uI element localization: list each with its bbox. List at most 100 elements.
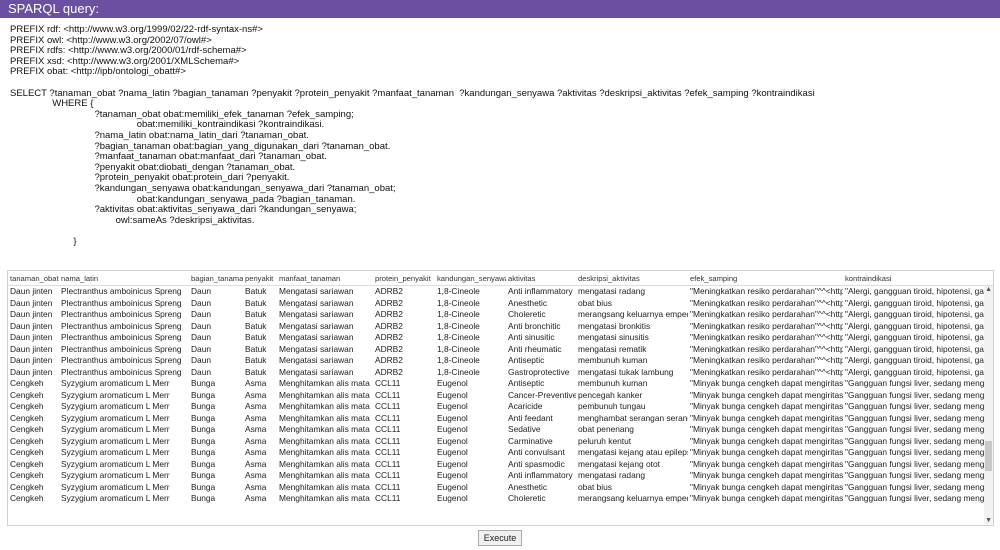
table-cell: Mengatasi sariawan — [279, 355, 354, 365]
table-row: Cengkeh Syzygium aromaticum L Merr Bunga As… — [8, 447, 993, 459]
table-cell: Asma — [245, 412, 267, 423]
header-bar: SPARQL query: — [0, 0, 1000, 18]
table-row: Daun jinten Plectranthus amboinicus Spren… — [8, 355, 993, 367]
table-cell: Batuk — [245, 343, 267, 354]
table-cell: Mengatasi sariawan — [279, 320, 354, 331]
table-cell: Daun jinten — [10, 297, 53, 308]
table-cell: Mengatasi sariawan — [279, 309, 354, 319]
table-cell: CCL11 — [375, 424, 401, 434]
table-cell: Syzygium aromaticum L Merr — [61, 412, 170, 423]
column-header-kandungan-senyawa: kandungan_senyawa — [435, 271, 506, 286]
table-row: Daun jinten Plectranthus amboinicus Spren… — [8, 321, 993, 333]
table-cell: CCL11 — [375, 378, 401, 388]
table-cell: Anesthetic — [508, 297, 548, 308]
table-cell: Daun — [191, 297, 212, 308]
table-cell: mengatasi sinusitis — [578, 332, 649, 342]
table-cell: Syzygium aromaticum L Merr — [61, 447, 170, 457]
table-cell: ADRB2 — [375, 366, 403, 377]
table-row: Daun jinten Plectranthus amboinicus Spren… — [8, 286, 993, 298]
table-cell: Cengkeh — [10, 458, 44, 469]
table-cell: "Gangguan fungsi liver, sedang mengkonsu… — [845, 378, 993, 388]
table-cell: "Meningkatkan resiko perdarahan"^^<http:… — [690, 332, 843, 342]
table-row: Cengkeh Syzygium aromaticum L Merr Bunga As… — [8, 378, 993, 390]
table-cell: Eugenol — [437, 481, 468, 492]
table-cell: Anti rheumatic — [508, 343, 562, 354]
table-row: Daun jinten Plectranthus amboinicus Spren… — [8, 367, 993, 379]
table-cell: "Minyak bunga cengkeh dapat mengiritasi … — [690, 458, 843, 469]
table-cell: Eugenol — [437, 493, 468, 503]
table-cell: "Minyak bunga cengkeh dapat mengiritasi … — [690, 389, 843, 400]
chevron-up-icon[interactable]: ▲ — [985, 286, 992, 293]
table-cell: Anti sinusitic — [508, 332, 555, 342]
table-cell: mengatasi radang — [578, 470, 646, 480]
table-cell: Syzygium aromaticum L Merr — [61, 389, 170, 400]
table-cell: "Alergi, gangguan tiroid, hipotensi, gan… — [845, 286, 993, 296]
table-cell: "Alergi, gangguan tiroid, hipotensi, gan… — [845, 309, 993, 319]
column-header-efek-samping: efek_samping — [688, 271, 843, 286]
chevron-down-icon[interactable]: ▼ — [985, 517, 992, 524]
table-cell: Bunga — [191, 412, 216, 423]
table-cell: "Gangguan fungsi liver, sedang mengkonsu… — [845, 412, 993, 423]
table-cell: "Gangguan fungsi liver, sedang mengkonsu… — [845, 389, 993, 400]
table-cell: Menghitamkan alis mata — [279, 412, 370, 423]
table-cell: Gastroprotective — [508, 366, 570, 377]
table-cell: Anti inflammatory — [508, 470, 573, 480]
table-cell: Syzygium aromaticum L Merr — [61, 470, 170, 480]
table-cell: "Minyak bunga cengkeh dapat mengiritasi … — [690, 493, 843, 503]
table-cell: Asma — [245, 470, 267, 480]
execute-button[interactable]: Execute — [478, 530, 522, 546]
table-cell: 1,8-Cineole — [437, 332, 480, 342]
table-cell: ADRB2 — [375, 286, 403, 296]
column-header-tanaman-obat: tanaman_obat — [8, 271, 59, 286]
table-cell: Plectranthus amboinicus Spreng — [61, 297, 182, 308]
table-cell: Daun jinten — [10, 320, 53, 331]
table-cell: CCL11 — [375, 458, 401, 469]
table-cell: ADRB2 — [375, 343, 403, 354]
page-title: SPARQL query: — [8, 1, 100, 16]
table-cell: peluruh kentut — [578, 435, 632, 446]
table-cell: Bunga — [191, 470, 216, 480]
table-cell: "Minyak bunga cengkeh dapat mengiritasi … — [690, 470, 843, 480]
table-cell: Daun — [191, 286, 212, 296]
table-cell: Carminative — [508, 435, 553, 446]
table-cell: Daun jinten — [10, 343, 53, 354]
table-row: Daun jinten Plectranthus amboinicus Spren… — [8, 344, 993, 356]
table-cell: Plectranthus amboinicus Spreng — [61, 286, 182, 296]
table-cell: Cengkeh — [10, 401, 44, 411]
table-cell: Bunga — [191, 378, 216, 388]
table-cell: "Gangguan fungsi liver, sedang mengkonsu… — [845, 447, 993, 457]
table-cell: Bunga — [191, 401, 216, 411]
table-cell: Eugenol — [437, 378, 468, 388]
table-cell: Daun — [191, 366, 212, 377]
table-cell: merangsang keluarnya empedu — [578, 309, 688, 319]
table-cell: Anesthetic — [508, 481, 548, 492]
sparql-query-editor[interactable]: PREFIX rdf: <http://www.w3.org/1999/02/2… — [10, 25, 990, 265]
table-cell: "Meningkatkan resiko perdarahan"^^<http:… — [690, 355, 843, 365]
table-cell: Asma — [245, 378, 267, 388]
table-cell: 1,8-Cineole — [437, 355, 480, 365]
table-cell: "Gangguan fungsi liver, sedang mengkonsu… — [845, 401, 993, 411]
table-row: Cengkeh Syzygium aromaticum L Merr Bunga As… — [8, 470, 993, 482]
table-cell: Daun — [191, 343, 212, 354]
scrollbar-thumb[interactable] — [985, 441, 992, 471]
table-cell: Cengkeh — [10, 412, 44, 423]
table-row: Cengkeh Syzygium aromaticum L Merr Bunga As… — [8, 413, 993, 425]
table-cell: CCL11 — [375, 481, 401, 492]
table-cell: Cengkeh — [10, 378, 44, 388]
table-cell: Menghitamkan alis mata — [279, 378, 370, 388]
table-row: Daun jinten Plectranthus amboinicus Spren… — [8, 332, 993, 344]
results-panel[interactable]: tanaman_obat nama_latin bagian_tanaman peny… — [7, 270, 994, 526]
table-cell: Plectranthus amboinicus Spreng — [61, 355, 182, 365]
table-cell: Batuk — [245, 309, 267, 319]
table-cell: "Meningkatkan resiko perdarahan"^^<http:… — [690, 297, 843, 308]
table-cell: ADRB2 — [375, 320, 403, 331]
table-cell: "Minyak bunga cengkeh dapat mengiritasi … — [690, 481, 843, 492]
table-cell: 1,8-Cineole — [437, 343, 480, 354]
results-scrollbar[interactable] — [984, 286, 993, 524]
table-cell: Eugenol — [437, 389, 468, 400]
table-cell: Mengatasi sariawan — [279, 297, 354, 308]
table-cell: 1,8-Cineole — [437, 286, 480, 296]
table-cell: mengatasi tukak lambung — [578, 366, 674, 377]
table-cell: CCL11 — [375, 493, 401, 503]
table-cell: Syzygium aromaticum L Merr — [61, 424, 170, 434]
